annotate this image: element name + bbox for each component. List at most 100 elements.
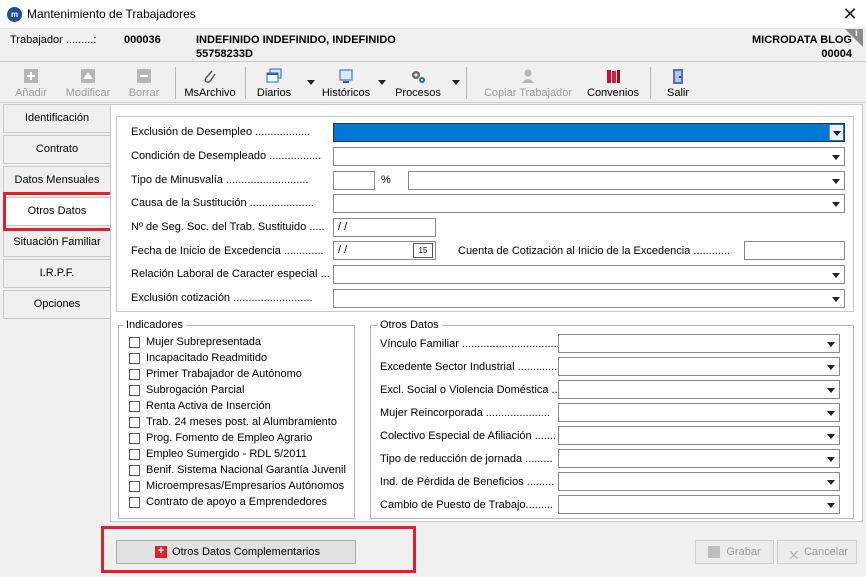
- nss-sustituido-input[interactable]: / /: [333, 218, 436, 237]
- tab-situacion-familiar[interactable]: Situación Familiar: [3, 228, 110, 257]
- indicator-label: Benif. Sistema Nacional Garantía Juvenil: [146, 464, 346, 476]
- indicator-label: Prog. Fomento de Empleo Agrario: [146, 432, 313, 444]
- otros-datos-label: Mujer Reincorporada ....................…: [380, 407, 550, 419]
- chevron-down-icon[interactable]: [824, 428, 838, 443]
- copy-worker-button[interactable]: Copiar Trabajador: [482, 68, 574, 99]
- cancelar-label: Cancelar: [803, 546, 849, 558]
- toolbar-separator: [466, 67, 467, 99]
- otros-datos-select[interactable]: [558, 380, 840, 399]
- tab-datos-mensuales[interactable]: Datos Mensuales: [3, 166, 110, 195]
- exclusion-cotizacion-select[interactable]: [333, 289, 845, 308]
- otros-datos-label: Tipo de reducción de jornada .........: [380, 453, 553, 465]
- indicator-checkbox[interactable]: [129, 433, 140, 444]
- otros-datos-label: Vínculo Familiar .......................…: [380, 338, 560, 350]
- chevron-down-icon[interactable]: [829, 291, 843, 306]
- processes-button[interactable]: Procesos: [395, 68, 441, 99]
- historicals-dropdown-icon[interactable]: [378, 80, 386, 85]
- otros-datos-select[interactable]: [558, 403, 840, 422]
- historicals-button[interactable]: Históricos: [321, 68, 371, 99]
- otros-datos-select[interactable]: [558, 334, 840, 353]
- msarchivo-button[interactable]: MsArchivo: [183, 68, 237, 99]
- cuenta-cotizacion-label: Cuenta de Cotización al Inicio de la Exc…: [458, 245, 731, 257]
- close-button[interactable]: ✕: [838, 3, 862, 25]
- relacion-laboral-label: Relación Laboral de Caracter especial ..…: [131, 268, 330, 280]
- chevron-down-icon[interactable]: [824, 336, 838, 351]
- exclusion-desempleo-select[interactable]: [333, 123, 845, 142]
- chevron-down-icon[interactable]: [829, 173, 843, 188]
- delete-label: Borrar: [128, 87, 160, 99]
- otros-datos-title: Otros Datos: [377, 319, 442, 331]
- condicion-desempleado-select[interactable]: [333, 147, 845, 166]
- indicator-checkbox[interactable]: [129, 337, 140, 348]
- chevron-down-icon[interactable]: [824, 359, 838, 374]
- diaries-dropdown-icon[interactable]: [307, 80, 315, 85]
- toolbar: Añadir Modificar Borrar MsArchivo Diario…: [0, 63, 866, 103]
- tab-opciones[interactable]: Opciones: [3, 290, 110, 319]
- info-corner-icon[interactable]: [845, 29, 863, 47]
- tab-highlight-box: [3, 192, 117, 231]
- diaries-label: Diarios: [256, 87, 292, 99]
- fecha-excedencia-label: Fecha de Inicio de Excedencia ..........…: [131, 245, 324, 257]
- add-button[interactable]: Añadir: [12, 68, 50, 99]
- otros-datos-select[interactable]: [558, 472, 840, 491]
- chevron-down-icon[interactable]: [829, 267, 843, 282]
- cancelar-button[interactable]: ✕ Cancelar: [777, 540, 857, 564]
- indicator-checkbox[interactable]: [129, 401, 140, 412]
- indicator-checkbox[interactable]: [129, 417, 140, 428]
- app-logo-icon: m: [7, 7, 22, 22]
- agreements-button[interactable]: Convenios: [586, 68, 640, 99]
- copy-worker-label: Copiar Trabajador: [483, 87, 573, 99]
- button-highlight-box: [101, 526, 416, 573]
- grabar-button[interactable]: Grabar: [695, 540, 774, 564]
- indicator-checkbox[interactable]: [129, 481, 140, 492]
- paperclip-icon: [204, 70, 216, 83]
- processes-dropdown-icon[interactable]: [452, 80, 460, 85]
- plus-icon: [24, 69, 38, 83]
- indicadores-title: Indicadores: [123, 319, 186, 331]
- chevron-down-icon[interactable]: [824, 497, 838, 512]
- modify-button[interactable]: Modificar: [63, 68, 113, 99]
- otros-datos-select[interactable]: [558, 495, 840, 514]
- relacion-laboral-select[interactable]: [333, 265, 845, 284]
- historicals-label: Históricos: [321, 87, 371, 99]
- nss-sustituido-label: Nº de Seg. Soc. del Trab. Sustituido ...…: [131, 221, 325, 233]
- otros-datos-label: Colectivo Especial de Afiliación .......: [380, 430, 557, 442]
- chevron-down-icon[interactable]: [829, 196, 843, 211]
- calendar-icon[interactable]: 15: [413, 243, 433, 258]
- indicator-checkbox[interactable]: [129, 353, 140, 364]
- tipo-minusvalia-select[interactable]: [408, 171, 845, 190]
- indicator-checkbox[interactable]: [129, 369, 140, 380]
- exclusion-desempleo-label: Exclusión de Desempleo .................…: [131, 126, 311, 138]
- tab-irpf[interactable]: I.R.P.F.: [3, 259, 110, 288]
- processes-label: Procesos: [395, 87, 441, 99]
- indicator-checkbox[interactable]: [129, 465, 140, 476]
- causa-sustitucion-select[interactable]: [333, 194, 845, 213]
- indicator-checkbox[interactable]: [129, 497, 140, 508]
- tab-identificacion[interactable]: Identificación: [3, 104, 110, 133]
- indicator-checkbox[interactable]: [129, 449, 140, 460]
- indicator-checkbox[interactable]: [129, 385, 140, 396]
- company-name: MICRODATA BLOG: [751, 34, 852, 46]
- close-icon: ✕: [788, 547, 800, 563]
- window-title: Mantenimiento de Trabajadores: [27, 7, 196, 21]
- diaries-button[interactable]: Diarios: [254, 68, 294, 99]
- otros-datos-select[interactable]: [558, 426, 840, 445]
- chevron-down-icon[interactable]: [824, 474, 838, 489]
- otros-datos-select[interactable]: [558, 357, 840, 376]
- chevron-down-icon[interactable]: [824, 382, 838, 397]
- chevron-down-icon[interactable]: [829, 125, 843, 140]
- chevron-down-icon[interactable]: [824, 451, 838, 466]
- delete-button[interactable]: Borrar: [126, 68, 162, 99]
- cuenta-cotizacion-input[interactable]: [744, 241, 845, 260]
- tab-contrato[interactable]: Contrato: [3, 135, 110, 164]
- minusvalia-percent-input[interactable]: [333, 171, 375, 190]
- chevron-down-icon[interactable]: [824, 405, 838, 420]
- modify-label: Modificar: [65, 87, 111, 99]
- chevron-down-icon[interactable]: [829, 149, 843, 164]
- causa-sustitucion-label: Causa de la Sustitución ................…: [131, 197, 314, 209]
- otros-datos-select[interactable]: [558, 449, 840, 468]
- otros-datos-label: Cambio de Puesto de Trabajo.........: [380, 499, 554, 511]
- minus-icon: [137, 69, 151, 83]
- gears-icon: [412, 71, 425, 83]
- exit-button[interactable]: Salir: [664, 68, 692, 99]
